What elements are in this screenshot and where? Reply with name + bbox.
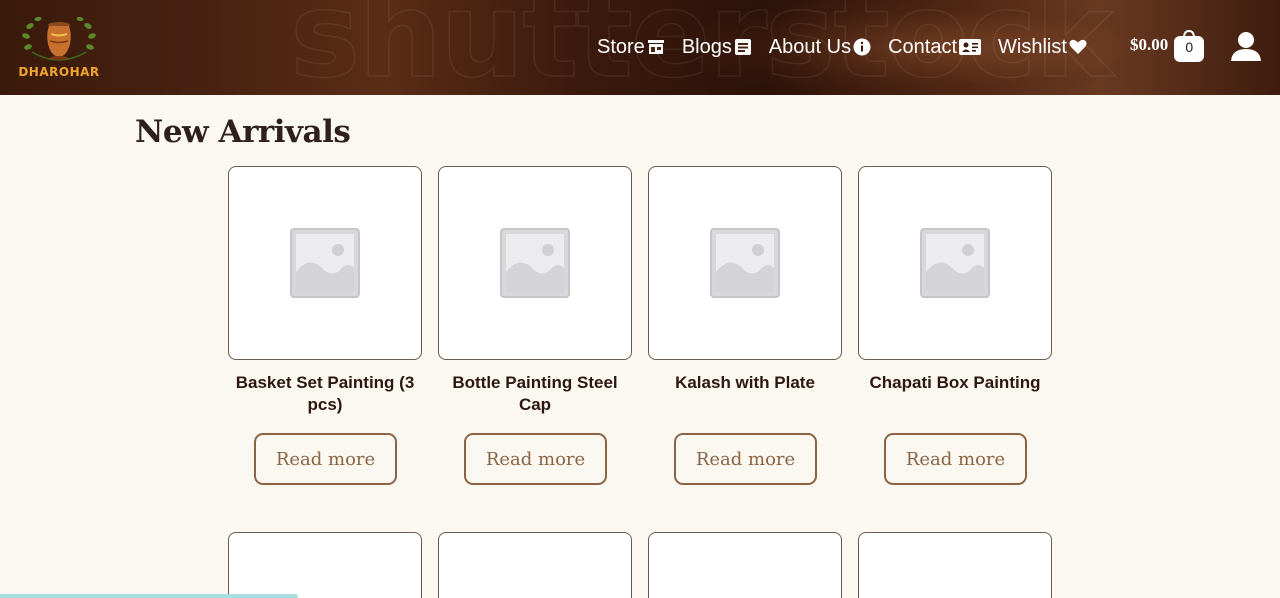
product-image[interactable] <box>438 166 632 360</box>
pot-logo-icon <box>22 16 96 61</box>
nav-blogs-label: Blogs <box>681 35 732 58</box>
product-image[interactable] <box>228 166 422 360</box>
read-more-button[interactable]: Read more <box>884 433 1027 485</box>
read-more-button[interactable]: Read more <box>464 433 607 485</box>
user-icon[interactable] <box>1230 31 1262 66</box>
product-card[interactable]: Basket Set Painting (3 pcs) <box>228 166 422 416</box>
nav-wishlist[interactable]: Wishlist <box>998 36 1087 59</box>
cart-count: 0 <box>1185 39 1194 55</box>
site-header: shutterstock DHAROHAR <box>0 0 1280 95</box>
site-logo[interactable]: DHAROHAR <box>18 14 100 80</box>
cart-widget[interactable]: $0.00 0 <box>1130 28 1205 62</box>
logo-text: DHAROHAR <box>18 65 100 79</box>
shopping-bag-icon[interactable]: 0 <box>1174 28 1205 62</box>
nav-wishlist-label: Wishlist <box>998 35 1067 58</box>
image-placeholder-icon <box>500 228 570 298</box>
store-icon <box>647 40 664 54</box>
product-card[interactable]: Chapati Box Painting <box>858 166 1052 394</box>
image-placeholder-icon <box>920 228 990 298</box>
product-name[interactable]: Kalash with Plate <box>648 372 842 394</box>
cart-total: $0.00 <box>1130 35 1169 54</box>
nav-contact[interactable]: Contact <box>888 35 982 59</box>
read-more-button[interactable]: Read more <box>254 433 397 485</box>
image-placeholder-icon <box>710 228 780 298</box>
product-card-partial[interactable] <box>858 532 1052 598</box>
product-card-partial[interactable] <box>228 532 422 598</box>
document-icon <box>734 39 751 55</box>
nav-about-label: About Us <box>768 35 852 58</box>
scroll-progress-bar <box>0 594 298 598</box>
info-icon <box>853 38 871 56</box>
product-card-partial[interactable] <box>648 532 842 598</box>
section-title: New Arrivals <box>135 114 351 150</box>
product-name[interactable]: Basket Set Painting (3 pcs) <box>228 372 422 416</box>
product-image[interactable] <box>858 166 1052 360</box>
image-placeholder-icon <box>290 228 360 298</box>
nav-contact-label: Contact <box>888 35 958 58</box>
contact-card-icon <box>959 39 982 55</box>
product-image[interactable] <box>648 166 842 360</box>
product-name[interactable]: Bottle Painting Steel Cap <box>438 372 632 416</box>
product-card[interactable]: Bottle Painting Steel Cap <box>438 166 632 416</box>
product-name[interactable]: Chapati Box Painting <box>858 372 1052 394</box>
product-card-partial[interactable] <box>438 532 632 598</box>
nav-store-label: Store <box>597 35 645 58</box>
product-card[interactable]: Kalash with Plate <box>648 166 842 394</box>
nav-store[interactable]: Store <box>597 36 665 59</box>
heart-icon <box>1069 39 1087 54</box>
nav-about[interactable]: About Us <box>769 36 871 59</box>
main-nav: Store Blogs About Us Contact Wishlist <box>597 34 1104 60</box>
nav-blogs[interactable]: Blogs <box>682 36 752 59</box>
read-more-button[interactable]: Read more <box>674 433 817 485</box>
